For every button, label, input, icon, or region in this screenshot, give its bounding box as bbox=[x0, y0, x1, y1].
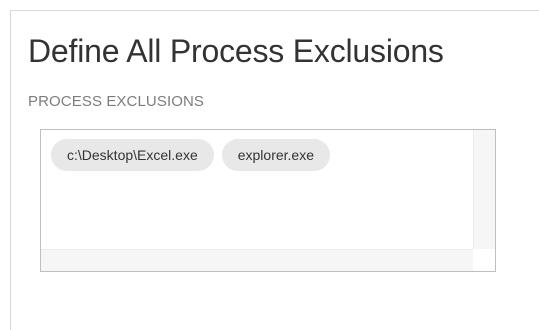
section-label: PROCESS EXCLUSIONS bbox=[28, 93, 205, 110]
exclusion-chip[interactable]: explorer.exe bbox=[221, 139, 331, 171]
page-title: Define All Process Exclusions bbox=[28, 33, 444, 69]
horizontal-scrollbar[interactable] bbox=[41, 249, 473, 271]
exclusion-chips: c:\Desktop\Excel.exe explorer.exe bbox=[51, 139, 331, 171]
exclusion-chip[interactable]: c:\Desktop\Excel.exe bbox=[51, 139, 214, 171]
vertical-scrollbar[interactable] bbox=[473, 130, 495, 249]
process-exclusions-list[interactable]: c:\Desktop\Excel.exe explorer.exe bbox=[40, 129, 496, 272]
scrollbar-corner bbox=[473, 249, 495, 271]
